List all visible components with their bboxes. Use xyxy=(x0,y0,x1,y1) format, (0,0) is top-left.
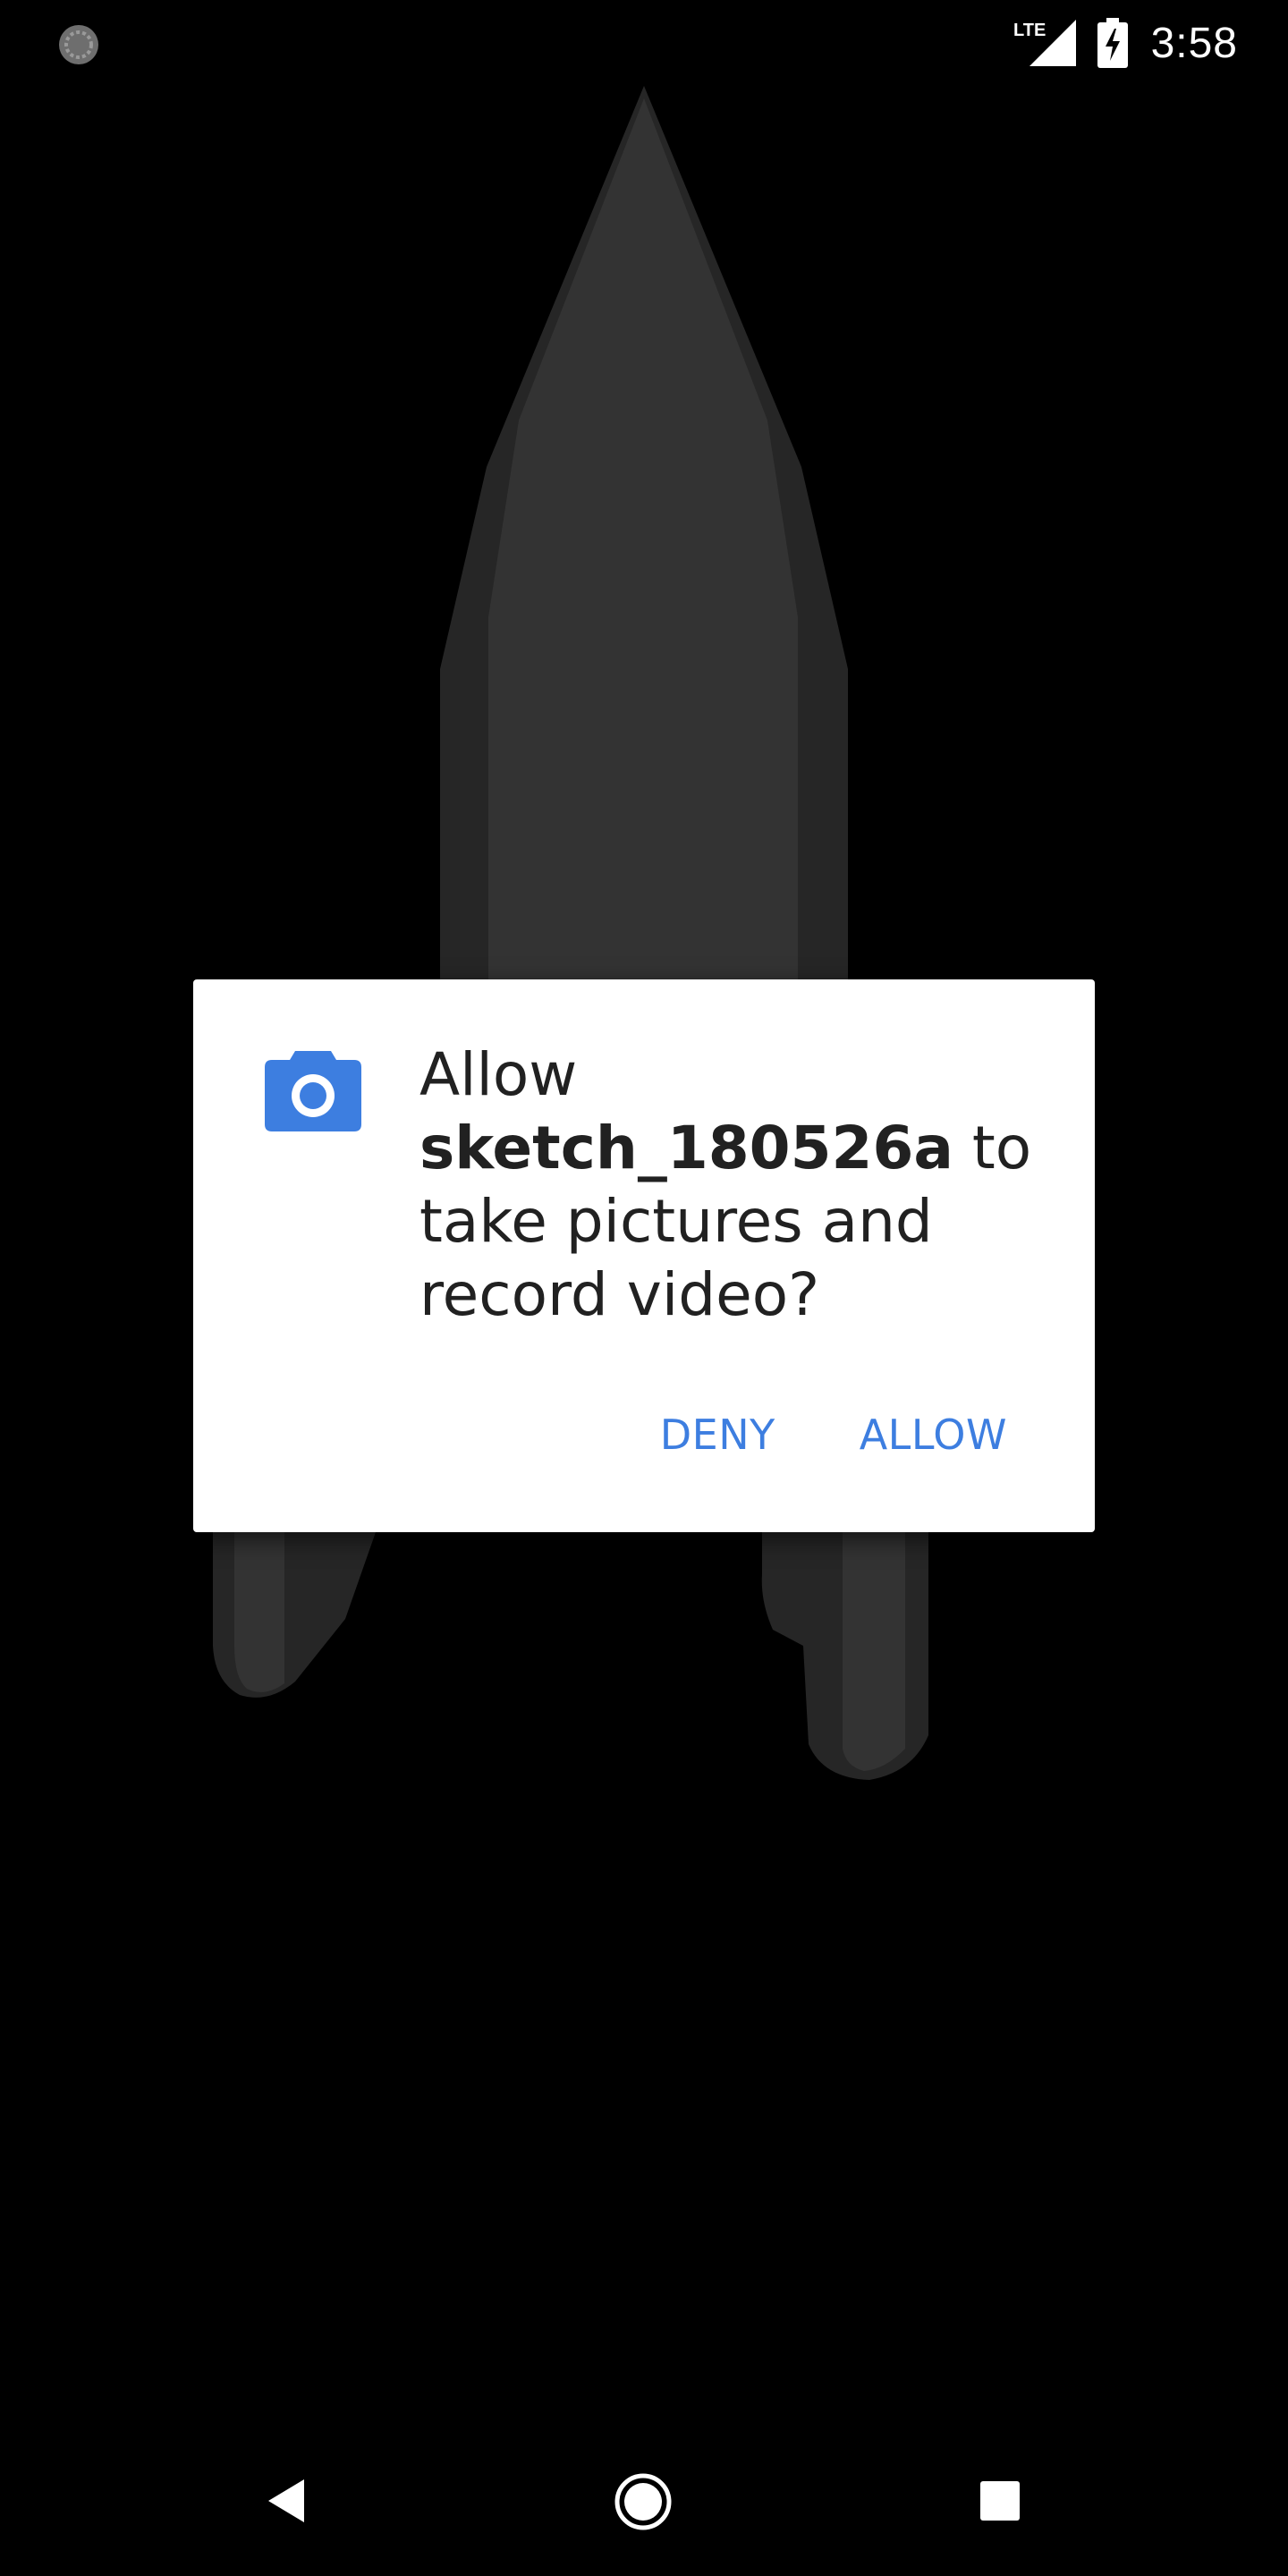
deny-button[interactable]: DENY xyxy=(660,1402,775,1468)
navigation-bar xyxy=(0,2433,1288,2576)
recents-icon[interactable] xyxy=(980,2481,1020,2521)
status-icons: LTE 3:58 xyxy=(1013,16,1238,70)
sync-icon xyxy=(59,25,98,64)
message-prefix: Allow xyxy=(419,1040,578,1109)
battery-charging-icon xyxy=(1097,18,1128,68)
back-icon[interactable] xyxy=(265,2476,308,2526)
permission-message: Allow sketch_180526a to take pictures an… xyxy=(419,1038,1046,1332)
dialog-actions: DENY ALLOW xyxy=(660,1402,1007,1468)
home-icon[interactable] xyxy=(614,2472,673,2531)
network-label: LTE xyxy=(1013,21,1046,40)
permission-dialog: Allow sketch_180526a to take pictures an… xyxy=(193,979,1095,1532)
allow-button[interactable]: ALLOW xyxy=(860,1402,1007,1468)
rocket-body-inner xyxy=(488,98,798,979)
rocket-fin-right-face xyxy=(843,1532,905,1771)
screen: LTE 3:58 Allow sketch_180526a to take pi… xyxy=(0,0,1288,2576)
status-bar: LTE 3:58 xyxy=(0,0,1288,86)
app-name: sketch_180526a xyxy=(419,1114,953,1182)
lte-signal-icon: LTE xyxy=(1013,20,1076,66)
status-time: 3:58 xyxy=(1150,19,1238,67)
rocket-fin-left-face xyxy=(234,1532,284,1692)
camera-icon xyxy=(265,1051,361,1131)
